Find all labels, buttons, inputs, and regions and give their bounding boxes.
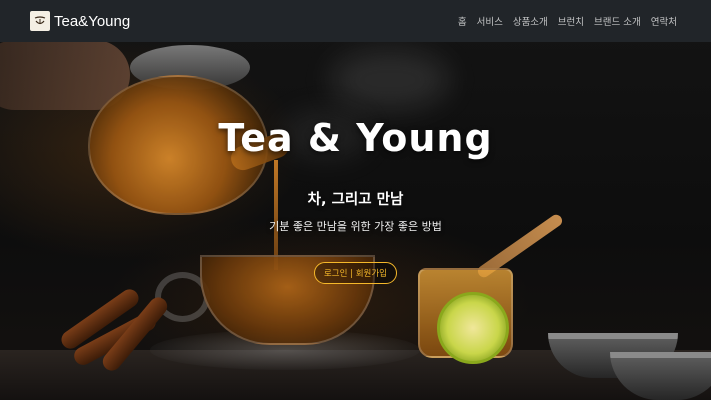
nav-link-home[interactable]: 홈: [458, 14, 467, 28]
teacup-logo-icon: [30, 11, 50, 31]
login-signup-button[interactable]: 로그인 | 회원가입: [314, 262, 397, 284]
nav-link-services[interactable]: 서비스: [477, 14, 503, 28]
hero-title: Tea & Young: [218, 116, 493, 160]
nav-link-contact[interactable]: 연락처: [651, 14, 677, 28]
brand-link[interactable]: Tea&Young: [30, 11, 130, 31]
nav-link-brand-intro[interactable]: 브랜드 소개: [594, 14, 641, 28]
hero-description: 기분 좋은 만남을 위한 가장 좋은 방법: [269, 220, 442, 233]
nav-menu: 홈 서비스 상품소개 브런치 브랜드 소개 연락처: [448, 0, 677, 42]
hero-subtitle: 차, 그리고 만남: [307, 192, 404, 208]
tea-stream: [274, 160, 278, 270]
navbar: Tea&Young 홈 서비스 상품소개 브런치 브랜드 소개 연락처: [0, 0, 711, 42]
brand-name: Tea&Young: [54, 12, 131, 30]
nav-link-products[interactable]: 상품소개: [513, 14, 548, 28]
nav-link-brunch[interactable]: 브런치: [558, 14, 584, 28]
lemon-slice: [437, 292, 509, 364]
steam: [330, 50, 450, 110]
